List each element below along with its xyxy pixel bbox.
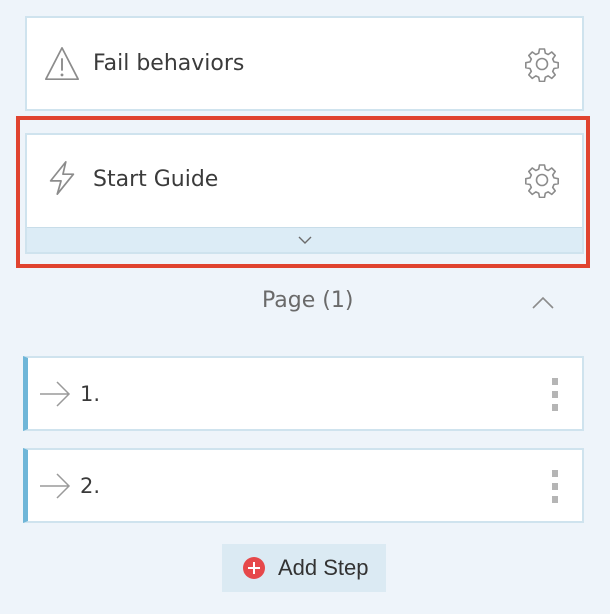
page-section-title: Page (1) bbox=[262, 288, 354, 313]
start-guide-label: Start Guide bbox=[93, 167, 219, 192]
more-options-icon[interactable] bbox=[550, 470, 560, 504]
add-step-button[interactable]: Add Step bbox=[222, 544, 386, 592]
step-row[interactable]: 1. bbox=[23, 356, 584, 431]
chevron-down-icon bbox=[298, 236, 311, 244]
lightning-icon bbox=[49, 160, 75, 196]
arrow-right-icon bbox=[40, 473, 71, 499]
gear-icon[interactable] bbox=[524, 46, 560, 82]
chevron-up-icon[interactable] bbox=[530, 294, 556, 312]
step-label: 1. bbox=[80, 382, 101, 406]
add-icon bbox=[243, 557, 265, 579]
gear-icon[interactable] bbox=[524, 162, 560, 198]
expand-toggle[interactable] bbox=[27, 227, 582, 252]
arrow-right-icon bbox=[40, 381, 71, 407]
start-guide-card[interactable]: Start Guide bbox=[25, 133, 584, 254]
fail-behaviors-label: Fail behaviors bbox=[93, 51, 245, 76]
add-step-label: Add Step bbox=[278, 555, 369, 580]
step-row[interactable]: 2. bbox=[23, 448, 584, 523]
more-options-icon[interactable] bbox=[550, 378, 560, 412]
selected-highlight: Start Guide bbox=[16, 116, 590, 268]
step-label: 2. bbox=[80, 474, 101, 498]
warning-icon bbox=[44, 46, 80, 81]
fail-behaviors-card[interactable]: Fail behaviors bbox=[25, 16, 584, 111]
